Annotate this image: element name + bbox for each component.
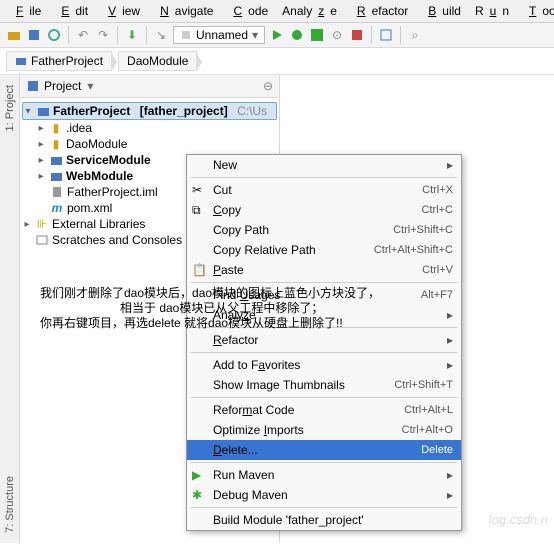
debug-maven-icon: ✱: [192, 488, 202, 502]
tree-dao[interactable]: ▸▮DaoModule: [22, 136, 277, 152]
dropdown-icon[interactable]: ▾: [87, 79, 93, 93]
breadcrumbs: FatherProject DaoModule: [0, 48, 554, 75]
menu-code[interactable]: Code: [221, 2, 274, 20]
ctx-copy[interactable]: ⧉CopyCtrl+C: [187, 200, 461, 220]
cut-icon: ✂: [192, 183, 202, 197]
search-icon[interactable]: ⌕: [407, 27, 423, 43]
tree-root[interactable]: ▾FatherProject [father_project] C:\Us: [22, 102, 277, 120]
toolbar: ↶ ↷ ⬇ ↘ Unnamed ▾ ⊙ ⌕: [0, 23, 554, 48]
open-icon[interactable]: [6, 27, 22, 43]
stop-icon[interactable]: [349, 27, 365, 43]
menu-edit[interactable]: Edit: [49, 2, 94, 20]
ctx-refactor[interactable]: Refactor▸: [187, 330, 461, 350]
ctx-thumbnails[interactable]: Show Image ThumbnailsCtrl+Shift+T: [187, 375, 461, 395]
ctx-delete[interactable]: Delete...Delete: [187, 440, 461, 460]
structure-icon[interactable]: [378, 27, 394, 43]
build-icon[interactable]: ⬇: [124, 27, 140, 43]
menu-tools[interactable]: Tools: [517, 2, 554, 20]
menu-bar: FFileile Edit View Navigate Code Analyze…: [0, 0, 554, 23]
run-chevron-icon[interactable]: ↘: [153, 27, 169, 43]
undo-icon[interactable]: ↶: [75, 27, 91, 43]
ctx-reformat[interactable]: Reformat CodeCtrl+Alt+L: [187, 400, 461, 420]
run-maven-icon: ▶: [192, 468, 201, 482]
tab-structure[interactable]: 7: Structure: [4, 476, 16, 533]
menu-view[interactable]: View: [96, 2, 146, 20]
collapse-icon[interactable]: ⊖: [263, 79, 273, 93]
ctx-copy-path[interactable]: Copy PathCtrl+Shift+C: [187, 220, 461, 240]
menu-navigate[interactable]: Navigate: [148, 2, 219, 20]
ctx-paste[interactable]: 📋PasteCtrl+V: [187, 260, 461, 280]
ctx-new[interactable]: New▸: [187, 155, 461, 175]
redo-icon[interactable]: ↷: [95, 27, 111, 43]
save-icon[interactable]: [26, 27, 42, 43]
context-menu: New▸ ✂CutCtrl+X ⧉CopyCtrl+C Copy PathCtr…: [186, 154, 462, 531]
refresh-icon[interactable]: [46, 27, 62, 43]
menu-run[interactable]: Run: [469, 2, 515, 20]
annotation: 我们刚才删除了dao模块后，dao模块的图标上蓝色小方块没了， 相当于 dao模…: [40, 286, 380, 331]
paste-icon: 📋: [192, 263, 207, 277]
project-panel-header: Project ▾ ⊖: [20, 75, 279, 98]
profile-icon[interactable]: ⊙: [329, 27, 345, 43]
ctx-cut[interactable]: ✂CutCtrl+X: [187, 180, 461, 200]
breadcrumb-project[interactable]: FatherProject: [6, 51, 112, 71]
ctx-debug-maven[interactable]: ✱Debug Maven▸: [187, 485, 461, 505]
debug-icon[interactable]: [289, 27, 305, 43]
panel-title: Project: [44, 79, 81, 93]
tree-idea[interactable]: ▸▮.idea: [22, 120, 277, 136]
copy-icon: ⧉: [192, 203, 201, 218]
breadcrumb-module[interactable]: DaoModule: [118, 51, 197, 71]
menu-refactor[interactable]: Refactor: [345, 2, 414, 20]
watermark: log.csdn.n: [489, 512, 548, 527]
run-config-combo[interactable]: Unnamed ▾: [173, 26, 265, 44]
tab-project[interactable]: 1: Project: [4, 85, 16, 131]
tool-window-bar: 1: Project 7: Structure: [0, 75, 20, 543]
ctx-optimize[interactable]: Optimize ImportsCtrl+Alt+O: [187, 420, 461, 440]
ctx-build-module[interactable]: Build Module 'father_project': [187, 510, 461, 530]
ctx-favorites[interactable]: Add to Favorites▸: [187, 355, 461, 375]
menu-analyze[interactable]: Analyze: [276, 2, 343, 20]
ctx-copy-rel[interactable]: Copy Relative PathCtrl+Alt+Shift+C: [187, 240, 461, 260]
menu-build[interactable]: Build: [416, 2, 467, 20]
coverage-icon[interactable]: [309, 27, 325, 43]
ctx-run-maven[interactable]: ▶Run Maven▸: [187, 465, 461, 485]
menu-file[interactable]: FFileile: [4, 2, 47, 20]
run-icon[interactable]: [269, 27, 285, 43]
